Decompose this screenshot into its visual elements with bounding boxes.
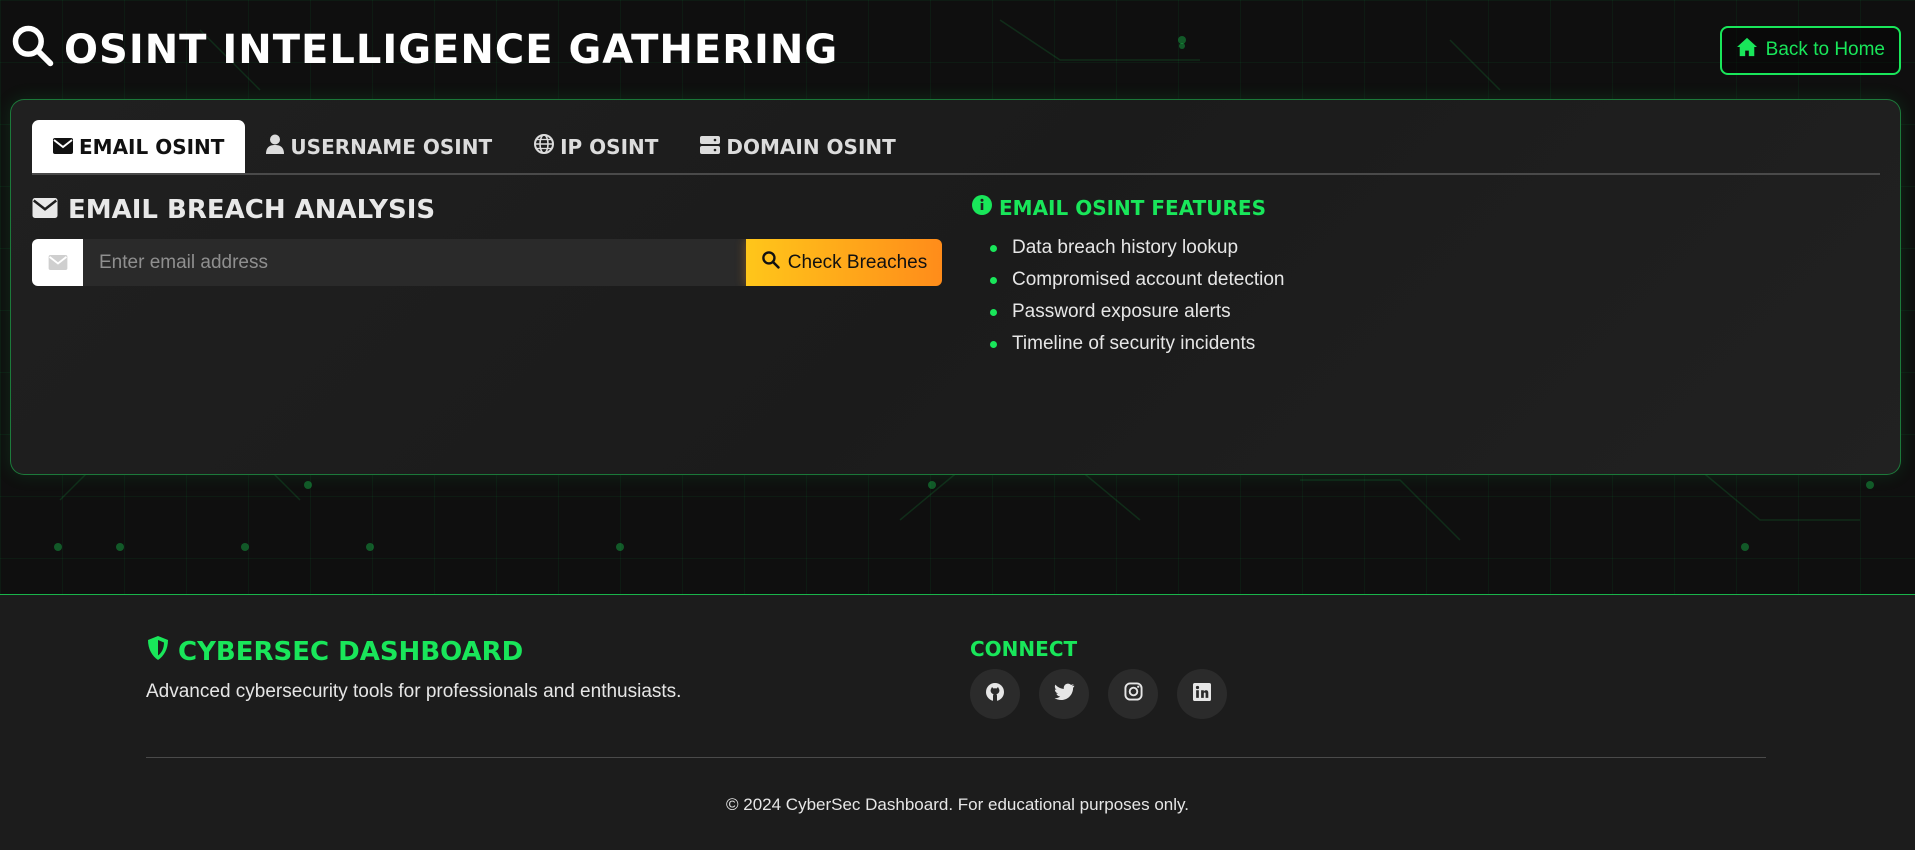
email-input-group: Check Breaches (32, 239, 942, 286)
github-link[interactable] (970, 669, 1020, 719)
tab-domain-osint[interactable]: DOMAIN OSINT (679, 120, 916, 173)
copyright-text: © 2024 CyberSec Dashboard. For education… (726, 795, 1189, 814)
footer-brand-text: CYBERSEC DASHBOARD (178, 636, 524, 667)
list-item: Data breach history lookup (990, 232, 1572, 264)
instagram-icon (1123, 682, 1143, 706)
features-title: EMAIL OSINT FEATURES (972, 195, 1572, 220)
connect-title: CONNECT (970, 637, 1078, 661)
check-breaches-label: Check Breaches (787, 251, 928, 273)
instagram-link[interactable] (1108, 669, 1158, 719)
features-section: EMAIL OSINT FEATURES Data breach history… (972, 195, 1572, 360)
shield-icon (146, 635, 170, 668)
list-item: Compromised account detection (990, 264, 1572, 296)
server-icon (700, 135, 721, 159)
tab-username-osint[interactable]: USERNAME OSINT (245, 120, 513, 173)
osint-tabs: EMAIL OSINT USERNAME OSINT IP OSINT DOMA… (32, 120, 1880, 175)
tab-email-osint[interactable]: EMAIL OSINT (32, 120, 246, 173)
osint-panel: EMAIL OSINT USERNAME OSINT IP OSINT DOMA… (10, 99, 1901, 475)
linkedin-link[interactable] (1177, 669, 1227, 719)
envelope-icon (32, 195, 58, 225)
features-list: Data breach history lookup Compromised a… (972, 232, 1572, 360)
page-title-text: OSINT INTELLIGENCE GATHERING (64, 27, 839, 73)
home-icon (1736, 37, 1758, 63)
search-icon (10, 23, 54, 77)
footer-divider (146, 757, 1766, 758)
tab-label: USERNAME OSINT (290, 134, 493, 159)
list-item: Timeline of security incidents (990, 328, 1572, 360)
user-icon (266, 134, 285, 159)
tab-label: EMAIL OSINT (79, 134, 225, 159)
twitter-link[interactable] (1039, 669, 1089, 719)
social-links (970, 669, 1227, 719)
check-breaches-button[interactable]: Check Breaches (746, 239, 942, 286)
globe-icon (534, 134, 555, 159)
email-input[interactable] (83, 239, 746, 286)
footer-brand: CYBERSEC DASHBOARD (146, 635, 523, 668)
email-breach-section: EMAIL BREACH ANALYSIS Check Breaches (32, 195, 942, 286)
features-title-text: EMAIL OSINT FEATURES (999, 195, 1266, 220)
github-icon (985, 682, 1005, 707)
footer: CYBERSEC DASHBOARD Advanced cybersecurit… (0, 594, 1915, 850)
tab-ip-osint[interactable]: IP OSINT (513, 120, 679, 173)
info-icon (972, 195, 992, 220)
section-title-text: EMAIL BREACH ANALYSIS (68, 195, 436, 225)
back-to-home-label: Back to Home (1765, 39, 1885, 60)
twitter-icon (1054, 683, 1075, 706)
page-title: OSINT INTELLIGENCE GATHERING (10, 23, 838, 77)
linkedin-icon (1193, 682, 1211, 706)
tab-label: IP OSINT (560, 134, 659, 159)
envelope-icon (53, 135, 73, 159)
search-icon (761, 250, 780, 275)
tab-label: DOMAIN OSINT (726, 134, 896, 159)
page-header: OSINT INTELLIGENCE GATHERING Back to Hom… (10, 22, 1905, 78)
back-to-home-button[interactable]: Back to Home (1719, 25, 1901, 75)
list-item: Password exposure alerts (990, 296, 1572, 328)
footer-description: Advanced cybersecurity tools for profess… (146, 681, 682, 702)
envelope-icon (32, 239, 83, 286)
section-title: EMAIL BREACH ANALYSIS (32, 195, 942, 225)
